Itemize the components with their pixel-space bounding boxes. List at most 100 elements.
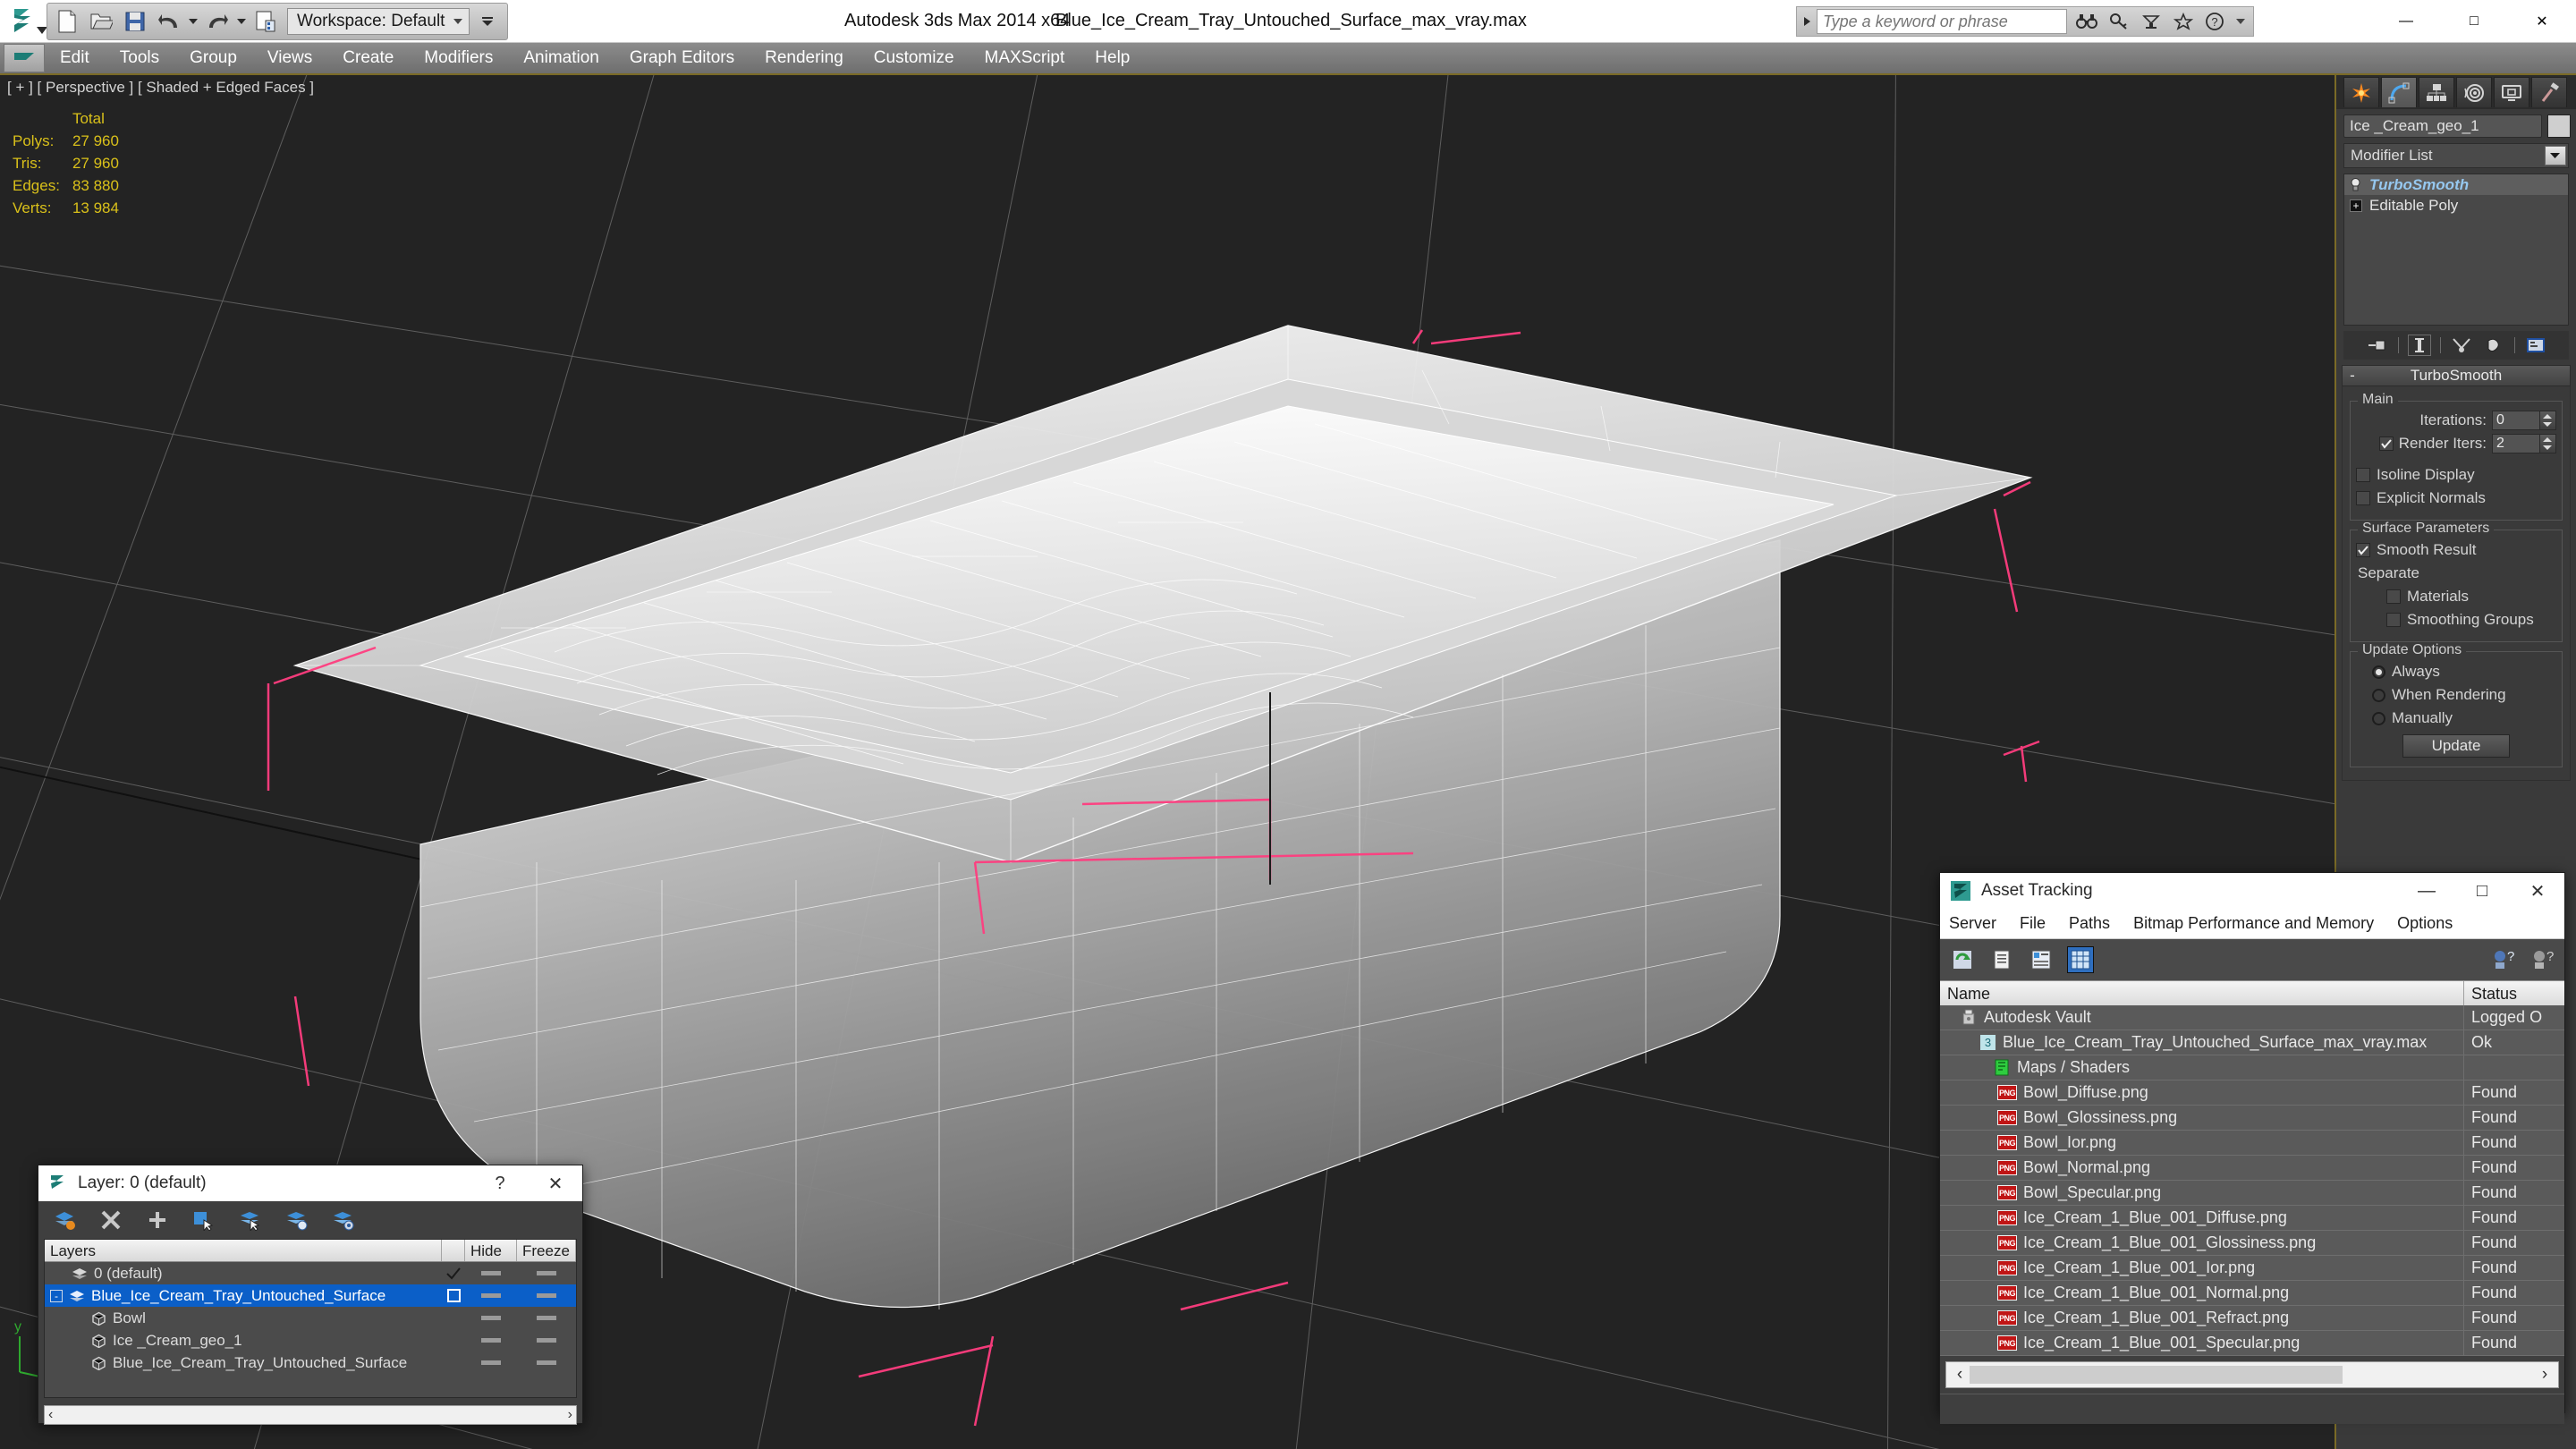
update-option-manually[interactable]: Manually (2356, 709, 2556, 727)
layer-horizontal-scrollbar[interactable]: ‹ › (44, 1405, 577, 1425)
asset-row[interactable]: PNG Ice_Cream_1_Blue_001_Ior.png Found (1940, 1255, 2564, 1281)
asset-row[interactable]: PNG Ice_Cream_1_Blue_001_Glossiness.png … (1940, 1230, 2564, 1256)
explicit-normals-checkbox[interactable] (2356, 491, 2370, 505)
highlight-selected-icon[interactable] (284, 1207, 310, 1233)
layer-freeze-toggle[interactable] (517, 1316, 576, 1320)
render-iters-input[interactable] (2492, 434, 2540, 453)
hierarchy-tab[interactable] (2419, 77, 2454, 107)
detail-view-icon[interactable] (2028, 946, 2055, 973)
search-expand-icon[interactable] (1797, 7, 1817, 36)
modify-tab[interactable] (2381, 77, 2417, 107)
layer-freeze-toggle[interactable] (517, 1271, 576, 1275)
menu-item-edit[interactable]: Edit (45, 42, 105, 74)
at-menu-file[interactable]: File (2020, 914, 2046, 933)
object-name-field[interactable]: Ice _Cream_geo_1 (2343, 114, 2542, 138)
layer-freeze-toggle[interactable] (517, 1360, 576, 1365)
delete-layer-icon[interactable] (97, 1207, 124, 1233)
separate-smoothing-groups-checkbox[interactable] (2386, 613, 2401, 627)
configure-sets-icon[interactable] (2524, 335, 2547, 356)
subscription-icon[interactable] (2137, 8, 2165, 35)
scrollbar-track[interactable] (1970, 1366, 2535, 1384)
layer-row[interactable]: 0 (default) (45, 1262, 576, 1284)
layer-hide-toggle[interactable] (465, 1316, 517, 1320)
spinner-arrows-icon[interactable] (2540, 411, 2556, 430)
separate-materials-checkbox[interactable] (2386, 589, 2401, 604)
motion-tab[interactable] (2456, 77, 2492, 107)
scroll-right-arrow-icon[interactable]: › (568, 1407, 572, 1423)
workspace-selector[interactable]: Workspace: Default (287, 8, 470, 35)
menu-item-help[interactable]: Help (1080, 42, 1145, 74)
layer-list[interactable]: Layers Hide Freeze 0 (default) - Blue_Ic… (44, 1239, 577, 1398)
help-caret-icon[interactable] (2233, 8, 2248, 35)
display-tab[interactable] (2494, 77, 2529, 107)
check-in-icon[interactable]: ? (2529, 946, 2555, 973)
smooth-result-row[interactable]: Smooth Result (2356, 541, 2556, 559)
menu-item-group[interactable]: Group (174, 42, 252, 74)
chevron-down-icon[interactable] (2545, 146, 2566, 165)
grid-view-icon[interactable] (2067, 946, 2094, 973)
layer-hide-toggle[interactable] (465, 1293, 517, 1298)
key-icon[interactable] (2105, 8, 2133, 35)
layer-row[interactable]: Blue_Ice_Cream_Tray_Untouched_Surface (45, 1352, 576, 1374)
update-option-always[interactable]: Always (2356, 663, 2556, 681)
separate-materials-row[interactable]: Materials (2356, 588, 2556, 606)
layer-hide-toggle[interactable] (465, 1338, 517, 1343)
save-file-icon[interactable] (119, 6, 151, 37)
menu-item-graph-editors[interactable]: Graph Editors (614, 42, 750, 74)
radio-always-icon[interactable] (2372, 665, 2385, 679)
isoline-display-row[interactable]: Isoline Display (2356, 466, 2556, 484)
asset-row[interactable]: PNG Bowl_Glossiness.png Found (1940, 1105, 2564, 1131)
scroll-left-arrow-icon[interactable]: ‹ (48, 1407, 53, 1423)
menu-item-tools[interactable]: Tools (105, 42, 174, 74)
menu-item-views[interactable]: Views (252, 42, 327, 74)
stack-item-turbosmooth[interactable]: TurboSmooth (2344, 174, 2568, 195)
at-menu-options[interactable]: Options (2397, 914, 2453, 933)
menu-item-modifiers[interactable]: Modifiers (409, 42, 508, 74)
help-icon[interactable]: ? (2201, 8, 2230, 35)
iterations-input[interactable] (2492, 411, 2540, 430)
scroll-left-arrow-icon[interactable]: ‹ (1950, 1365, 1970, 1385)
expand-plus-icon[interactable]: + (2350, 199, 2362, 212)
menu-item-create[interactable]: Create (327, 42, 409, 74)
menu-app-logo-icon[interactable] (4, 44, 45, 72)
undo-icon[interactable] (153, 6, 185, 37)
asset-row[interactable]: Autodesk Vault Logged O (1940, 1005, 2564, 1030)
asset-maximize-button[interactable]: □ (2459, 874, 2505, 908)
menu-item-maxscript[interactable]: MAXScript (970, 42, 1080, 74)
isoline-display-checkbox[interactable] (2356, 468, 2370, 482)
at-menu-server[interactable]: Server (1949, 914, 1996, 933)
turbosmooth-rollout-header[interactable]: - TurboSmooth (2342, 365, 2571, 386)
iterations-stepper[interactable] (2492, 411, 2556, 430)
utilities-tab[interactable] (2531, 77, 2567, 107)
scrollbar-thumb[interactable] (1970, 1366, 2343, 1384)
menu-item-customize[interactable]: Customize (859, 42, 970, 74)
layer-row[interactable]: Ice _Cream_geo_1 (45, 1329, 576, 1352)
pin-stack-icon[interactable] (2366, 335, 2389, 356)
light-bulb-icon[interactable] (2350, 177, 2362, 192)
layer-dialog[interactable]: Layer: 0 (default) ? ✕ Layers Hide Freez… (38, 1165, 583, 1425)
refresh-icon[interactable] (1949, 946, 1976, 973)
asset-close-button[interactable]: ✕ (2514, 874, 2561, 908)
object-color-swatch[interactable] (2547, 114, 2571, 138)
layer-freeze-toggle[interactable] (517, 1338, 576, 1343)
render-iters-stepper[interactable] (2492, 434, 2556, 453)
select-objects-icon[interactable] (191, 1207, 217, 1233)
select-highlighted-icon[interactable] (237, 1207, 264, 1233)
asset-row[interactable]: PNG Bowl_Normal.png Found (1940, 1155, 2564, 1181)
asset-row[interactable]: 3 Blue_Ice_Cream_Tray_Untouched_Surface_… (1940, 1030, 2564, 1055)
check-out-icon[interactable]: ? (2489, 946, 2516, 973)
open-file-icon[interactable] (85, 6, 117, 37)
explicit-normals-row[interactable]: Explicit Normals (2356, 489, 2556, 507)
layer-freeze-toggle[interactable] (517, 1293, 576, 1298)
asset-row[interactable]: PNG Ice_Cream_1_Blue_001_Refract.png Fou… (1940, 1305, 2564, 1331)
layer-current-check[interactable] (442, 1267, 465, 1280)
layer-hide-toggle[interactable] (465, 1360, 517, 1365)
asset-minimize-button[interactable]: — (2403, 874, 2450, 908)
search-input[interactable] (1817, 9, 2067, 34)
stack-item-editable-poly[interactable]: + Editable Poly (2344, 195, 2568, 216)
remove-modifier-icon[interactable] (2482, 335, 2505, 356)
layer-properties-icon[interactable] (330, 1207, 357, 1233)
undo-caret-icon[interactable] (187, 6, 199, 37)
redo-caret-icon[interactable] (235, 6, 248, 37)
layer-hide-toggle[interactable] (465, 1271, 517, 1275)
